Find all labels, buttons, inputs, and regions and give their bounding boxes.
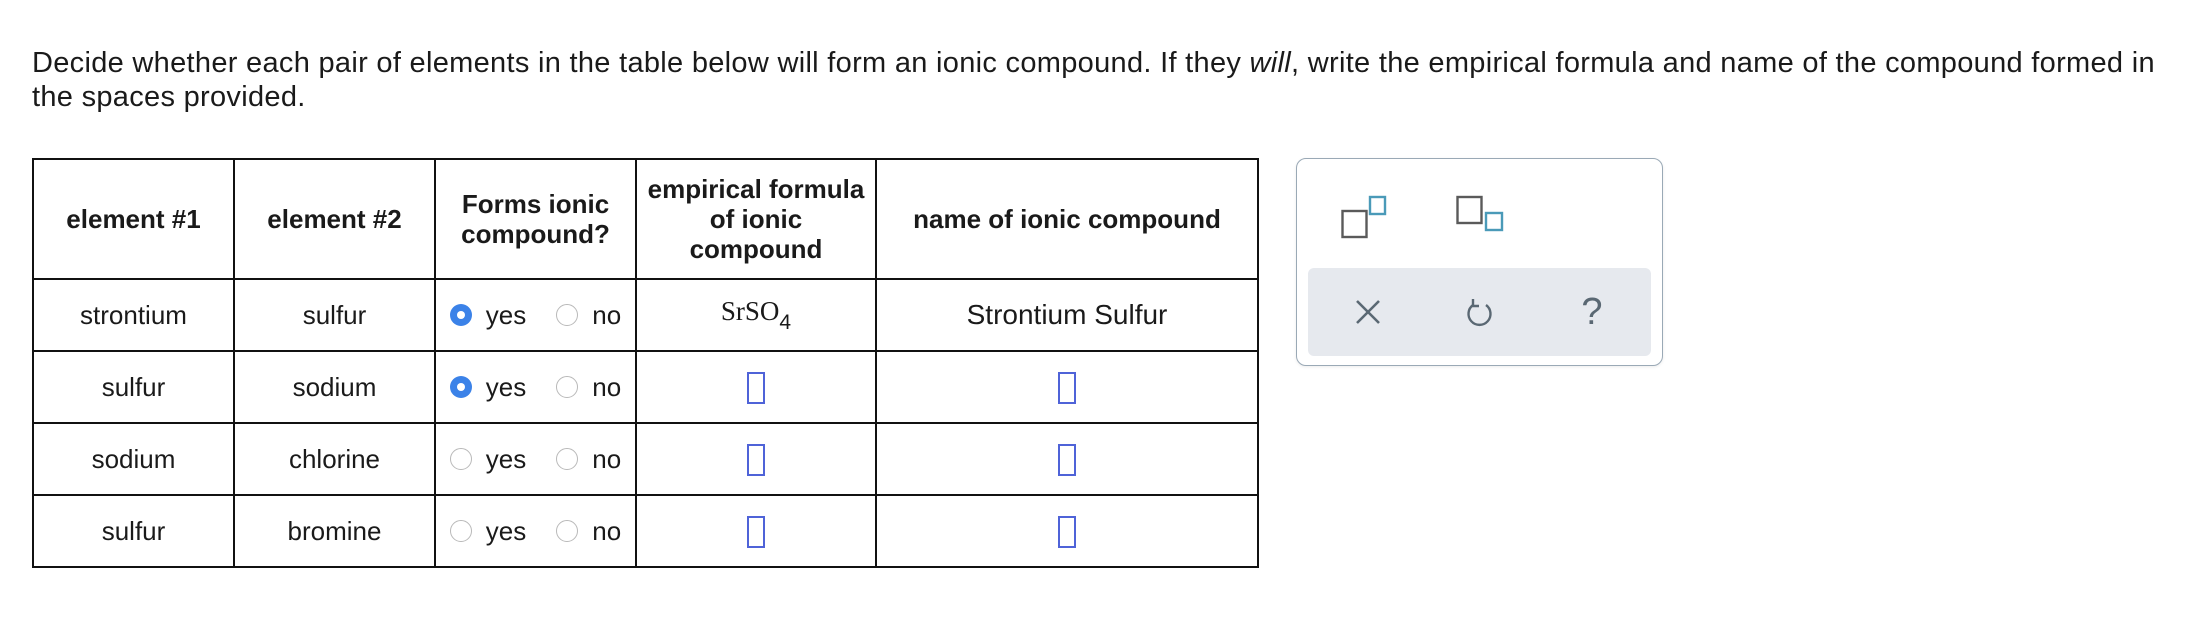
formula-input-box[interactable] (747, 515, 765, 548)
compound-name-cell (875, 494, 1259, 568)
compound-name-cell (875, 350, 1259, 424)
clear-icon[interactable] (1346, 290, 1390, 334)
answer-toolbox: ? (1296, 158, 1663, 366)
empirical-formula-cell: SrSO4 (635, 278, 877, 352)
formula-input-box[interactable] (747, 443, 765, 476)
element-1-cell: sodium (32, 422, 235, 496)
element-2-cell: chlorine (233, 422, 436, 496)
yes-radio-label[interactable]: yes (486, 444, 526, 475)
undo-icon[interactable] (1457, 290, 1501, 334)
element-2-cell: sulfur (233, 278, 436, 352)
empirical-formula-cell (635, 494, 877, 568)
no-radio-label[interactable]: no (592, 516, 621, 547)
yes-no-radio-group: yes no (436, 444, 635, 475)
header-element-2: element #2 (233, 158, 436, 280)
element-2-cell: bromine (233, 494, 436, 568)
superscript-template-icon[interactable] (1341, 193, 1391, 248)
compound-name-input-box[interactable] (1058, 371, 1076, 404)
yes-no-radio-group: yes no (436, 516, 635, 547)
forms-ionic-cell: yes no (434, 422, 637, 496)
compound-name-input-box[interactable] (1058, 443, 1076, 476)
question-prompt: Decide whether each pair of elements in … (32, 46, 2202, 114)
no-radio-label[interactable]: no (592, 300, 621, 331)
header-empirical-formula-label: empirical formula of ionic compound (647, 174, 865, 264)
element-1-cell: strontium (32, 278, 235, 352)
yes-no-radio-group: yes no (436, 300, 635, 331)
yes-radio-label[interactable]: yes (486, 300, 526, 331)
ionic-compound-table: element #1 element #2 Forms ionic compou… (32, 158, 1259, 568)
header-forms-ionic-label: Forms ionic compound? (461, 189, 610, 249)
element-1-cell: sulfur (32, 350, 235, 424)
forms-ionic-cell: yes no (434, 278, 637, 352)
no-radio[interactable] (556, 448, 579, 470)
forms-ionic-cell: yes no (434, 350, 637, 424)
no-radio-label[interactable]: no (592, 372, 621, 403)
table-row: sodium chlorine yes no (32, 422, 1259, 496)
empirical-formula-cell (635, 350, 877, 424)
table-row: sulfur sodium yes no (32, 350, 1259, 424)
no-radio[interactable] (556, 376, 579, 398)
yes-radio-label[interactable]: yes (486, 516, 526, 547)
forms-ionic-cell: yes no (434, 494, 637, 568)
template-tools (1297, 159, 1662, 269)
compound-name-input-box[interactable] (1058, 515, 1076, 548)
yes-no-radio-group: yes no (436, 372, 635, 403)
element-1-cell: sulfur (32, 494, 235, 568)
yes-radio[interactable] (449, 304, 472, 326)
compound-name-cell (875, 422, 1259, 496)
no-radio[interactable] (556, 304, 579, 326)
yes-radio-label[interactable]: yes (486, 372, 526, 403)
no-radio[interactable] (556, 520, 579, 542)
header-compound-name: name of ionic compound (875, 158, 1259, 280)
formula-base: SrSO (720, 295, 780, 326)
table-row: strontium sulfur yes no SrSO4 Strontium Sulfu… (32, 278, 1259, 352)
header-forms-ionic: Forms ionic compound? (434, 158, 637, 280)
formula-input-box[interactable] (747, 371, 765, 404)
no-radio-label[interactable]: no (592, 444, 621, 475)
yes-radio[interactable] (449, 520, 472, 542)
empirical-formula-cell (635, 422, 877, 496)
table-row: sulfur bromine yes no (32, 494, 1259, 568)
header-element-1: element #1 (32, 158, 235, 280)
element-2-cell: sodium (233, 350, 436, 424)
yes-radio[interactable] (449, 448, 472, 470)
compound-name-answer[interactable]: Strontium Sulfur (967, 299, 1168, 330)
prompt-emphasis: will (1249, 47, 1292, 79)
yes-radio[interactable] (449, 376, 472, 398)
subscript-template-icon[interactable] (1456, 193, 1508, 248)
header-empirical-formula: empirical formula of ionic compound (635, 158, 877, 280)
prompt-text-start: Decide whether each pair of elements in … (32, 47, 1250, 79)
help-icon[interactable]: ? (1570, 290, 1614, 334)
action-bar: ? (1308, 268, 1651, 356)
formula-subscript: 4 (779, 310, 792, 334)
table-header-row: element #1 element #2 Forms ionic compou… (32, 158, 1259, 280)
formula-answer[interactable]: SrSO4 (720, 295, 791, 334)
compound-name-cell: Strontium Sulfur (875, 278, 1259, 352)
